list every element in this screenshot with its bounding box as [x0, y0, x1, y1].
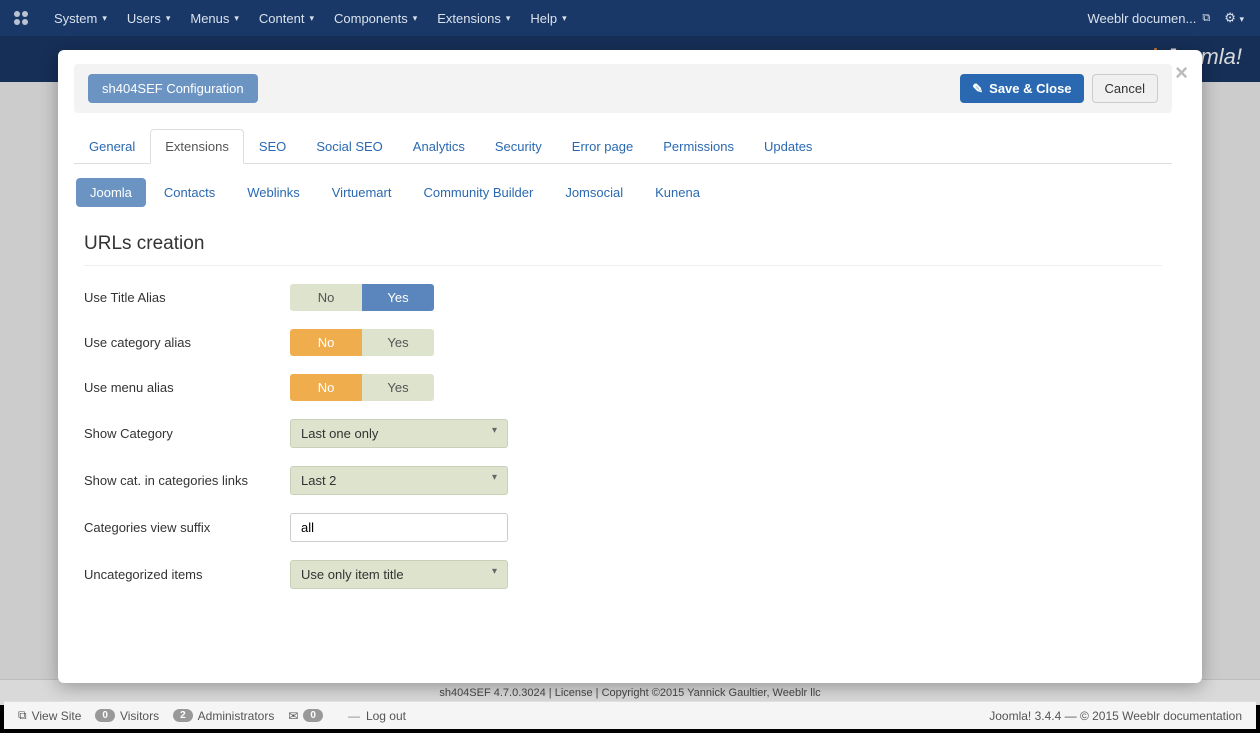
label-use-menu-alias: Use menu alias	[84, 380, 290, 395]
caret-down-icon: ▾	[506, 13, 511, 24]
menu-help[interactable]: Help▾	[520, 0, 576, 36]
external-link-icon: ⧉	[1202, 12, 1210, 25]
subtab-kunena[interactable]: Kunena	[641, 178, 714, 207]
label-categories-suffix: Categories view suffix	[84, 520, 290, 535]
menu-menus[interactable]: Menus▾	[180, 0, 249, 36]
menu-extensions[interactable]: Extensions▾	[427, 0, 520, 36]
toggle-yes[interactable]: Yes	[362, 329, 434, 356]
caret-down-icon: ▾	[234, 13, 239, 24]
joomla-logo-icon[interactable]	[12, 9, 30, 27]
admin-top-bar: System▾ Users▾ Menus▾ Content▾ Component…	[0, 0, 1260, 36]
label-uncategorized: Uncategorized items	[84, 567, 290, 582]
row-use-title-alias: Use Title Alias No Yes	[84, 284, 1162, 311]
menu-users[interactable]: Users▾	[117, 0, 180, 36]
caret-down-icon: ▾	[166, 13, 171, 24]
admins-count[interactable]: 2Administrators	[173, 709, 274, 723]
close-icon[interactable]: ×	[1175, 60, 1188, 86]
save-icon: ✎	[972, 81, 983, 97]
row-uncategorized: Uncategorized items Use only item title	[84, 560, 1162, 589]
caret-down-icon: ▾	[309, 13, 314, 24]
label-show-cat-links: Show cat. in categories links	[84, 473, 290, 488]
section-title: URLs creation	[84, 225, 1162, 266]
label-use-category-alias: Use category alias	[84, 335, 290, 350]
status-bar: ⧉View Site 0Visitors 2Administrators ✉0 …	[4, 701, 1256, 729]
menu-system[interactable]: System▾	[44, 0, 117, 36]
cancel-button[interactable]: Cancel	[1092, 74, 1158, 103]
site-link[interactable]: Weeblr documen...⧉	[1087, 11, 1210, 26]
config-title-button[interactable]: sh404SEF Configuration	[88, 74, 258, 103]
save-close-button[interactable]: ✎ Save & Close	[960, 74, 1083, 103]
separator: —	[348, 709, 360, 723]
row-use-menu-alias: Use menu alias No Yes	[84, 374, 1162, 401]
modal-scroll[interactable]: sh404SEF Configuration ✎ Save & Close Ca…	[58, 50, 1202, 683]
tab-permissions[interactable]: Permissions	[648, 129, 749, 163]
subtab-virtuemart[interactable]: Virtuemart	[318, 178, 406, 207]
toggle-yes[interactable]: Yes	[362, 374, 434, 401]
mail-icon: ✉	[288, 709, 298, 723]
tab-seo[interactable]: SEO	[244, 129, 301, 163]
subtab-community-builder[interactable]: Community Builder	[409, 178, 547, 207]
view-site-link[interactable]: ⧉View Site	[18, 708, 81, 723]
sub-tabs: Joomla Contacts Weblinks Virtuemart Comm…	[74, 178, 1172, 207]
menu-content[interactable]: Content▾	[249, 0, 324, 36]
caret-down-icon: ▾	[562, 13, 567, 24]
messages-count[interactable]: ✉0	[288, 709, 328, 723]
config-modal: × sh404SEF Configuration ✎ Save & Close …	[58, 50, 1202, 683]
main-tabs: General Extensions SEO Social SEO Analyt…	[74, 129, 1172, 164]
select-show-category[interactable]: Last one only	[290, 419, 508, 448]
caret-down-icon: ▾	[413, 13, 418, 24]
gear-icon[interactable]: ⚙ ▾	[1224, 10, 1244, 26]
select-uncategorized[interactable]: Use only item title	[290, 560, 508, 589]
label-use-title-alias: Use Title Alias	[84, 290, 290, 305]
row-use-category-alias: Use category alias No Yes	[84, 329, 1162, 356]
modal-toolbar: sh404SEF Configuration ✎ Save & Close Ca…	[74, 64, 1172, 113]
subtab-weblinks[interactable]: Weblinks	[233, 178, 314, 207]
tab-social-seo[interactable]: Social SEO	[301, 129, 397, 163]
row-show-cat-links: Show cat. in categories links Last 2	[84, 466, 1162, 495]
toggle-yes[interactable]: Yes	[362, 284, 434, 311]
visitors-count[interactable]: 0Visitors	[95, 709, 159, 723]
toggle-no[interactable]: No	[290, 284, 362, 311]
subtab-contacts[interactable]: Contacts	[150, 178, 229, 207]
toggle-no[interactable]: No	[290, 329, 362, 356]
external-link-icon: ⧉	[18, 708, 27, 723]
badge: 0	[303, 709, 323, 722]
caret-down-icon: ▾	[102, 13, 107, 24]
row-categories-suffix: Categories view suffix	[84, 513, 1162, 542]
toggle-use-category-alias[interactable]: No Yes	[290, 329, 434, 356]
row-show-category: Show Category Last one only	[84, 419, 1162, 448]
logout-link[interactable]: Log out	[366, 709, 406, 723]
toggle-use-menu-alias[interactable]: No Yes	[290, 374, 434, 401]
tab-general[interactable]: General	[74, 129, 150, 163]
badge: 0	[95, 709, 115, 722]
subtab-joomla[interactable]: Joomla	[76, 178, 146, 207]
input-categories-suffix[interactable]	[290, 513, 508, 542]
tab-updates[interactable]: Updates	[749, 129, 827, 163]
menu-components[interactable]: Components▾	[324, 0, 427, 36]
tab-analytics[interactable]: Analytics	[398, 129, 480, 163]
tab-extensions[interactable]: Extensions	[150, 129, 244, 164]
label-show-category: Show Category	[84, 426, 290, 441]
badge: 2	[173, 709, 193, 722]
tab-error-page[interactable]: Error page	[557, 129, 648, 163]
tab-security[interactable]: Security	[480, 129, 557, 163]
toggle-no[interactable]: No	[290, 374, 362, 401]
subtab-jomsocial[interactable]: Jomsocial	[551, 178, 637, 207]
status-right: Joomla! 3.4.4 — © 2015 Weeblr documentat…	[989, 709, 1242, 723]
select-show-cat-links[interactable]: Last 2	[290, 466, 508, 495]
toggle-use-title-alias[interactable]: No Yes	[290, 284, 434, 311]
